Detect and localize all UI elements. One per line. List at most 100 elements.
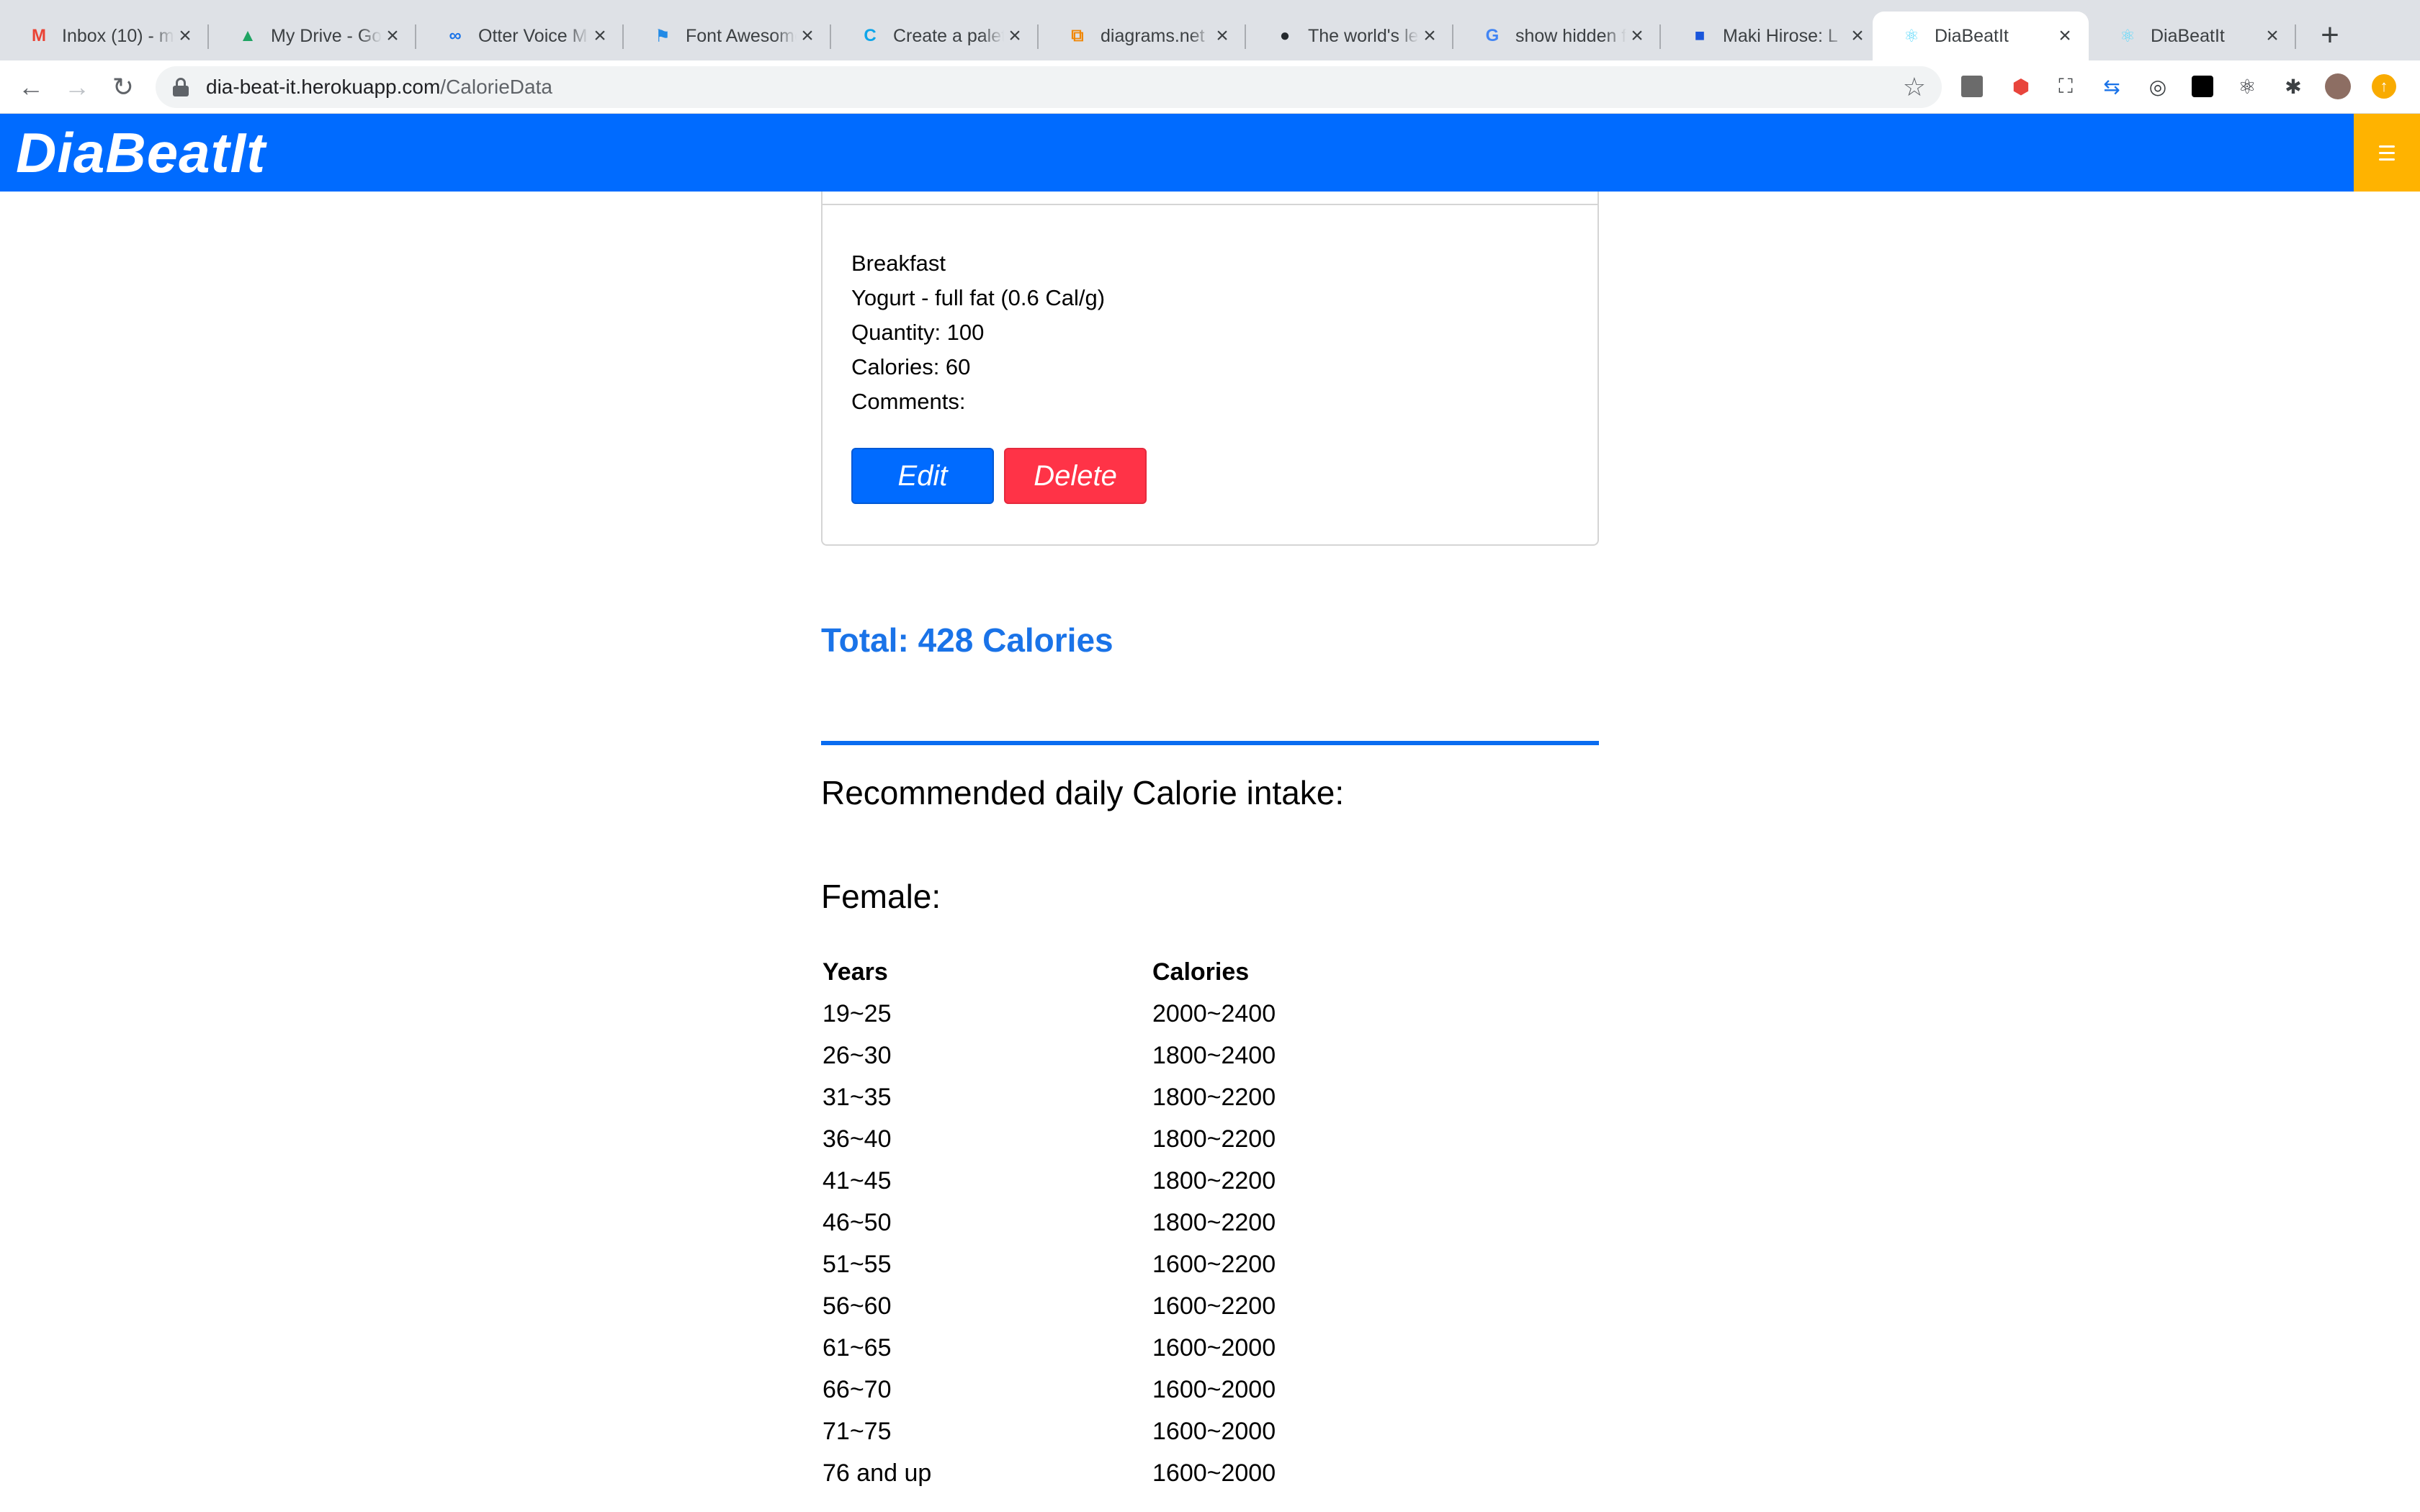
close-tab-icon[interactable]: × [1419, 25, 1440, 47]
browser-tab[interactable]: ∞ Otter Voice M × [416, 12, 624, 60]
tab-title: DiaBeatIt [1935, 25, 2009, 46]
bookmark-star-icon[interactable]: ☆ [1903, 72, 1926, 102]
age-range-cell: 26~30 [823, 1041, 892, 1069]
screenshot-icon[interactable]: ⛶ [2051, 72, 2080, 101]
tab-title: Maki Hirose: L [1723, 25, 1838, 46]
quantity-text: Quantity: 100 [851, 320, 985, 345]
forward-icon[interactable]: → [60, 71, 94, 104]
calorie-range-cell: 1800~2200 [1152, 1208, 1276, 1236]
browser-tab-strip: M Inbox (10) - m × ▲ My Drive - Go × ∞ Otter Vo… [0, 0, 2420, 60]
calorie-range-cell: 1800~2400 [1152, 1041, 1276, 1069]
table-row: 56~60 1600~2200 [823, 1285, 1471, 1327]
meal-entry-card: Breakfast Yogurt - full fat (0.6 Cal/g) … [821, 192, 1599, 546]
new-tab-button[interactable]: + [2312, 17, 2348, 53]
extension-icon[interactable] [1958, 72, 1986, 101]
age-range-cell: 76 and up [823, 1459, 932, 1487]
comments-text: Comments: [851, 389, 966, 414]
close-tab-icon[interactable]: × [1626, 25, 1648, 47]
table-row: 46~50 1800~2200 [823, 1202, 1471, 1243]
otter-icon: ∞ [449, 26, 462, 45]
url-text: dia-beat-it.herokuapp.com/CalorieData [206, 76, 552, 98]
close-tab-icon[interactable]: × [797, 25, 818, 47]
coolors-icon: C [864, 26, 877, 45]
app-navbar: DiaBeatIt [0, 114, 2420, 192]
hamburger-menu-icon[interactable] [2354, 114, 2420, 192]
brand-logo[interactable]: DiaBeatIt [16, 121, 266, 184]
table-row: 51~55 1600~2200 [823, 1243, 1471, 1285]
table-row: 71~75 1600~2000 [823, 1410, 1471, 1452]
puzzle-icon[interactable]: ✱ [2279, 72, 2308, 101]
sync-icon[interactable]: ⇆ [2097, 72, 2126, 101]
calorie-range-cell: 1800~2200 [1152, 1125, 1276, 1153]
dev-tools-icon[interactable]: ◎ [2143, 72, 2172, 101]
google-icon: G [1485, 26, 1500, 45]
calories-text: Calories: 60 [851, 354, 971, 379]
table-row: 26~30 1800~2400 [823, 1035, 1471, 1076]
tab-title: Otter Voice M [478, 25, 588, 46]
close-tab-icon[interactable]: × [1004, 25, 1026, 47]
browser-tab[interactable]: ⧉ diagrams.net × [1039, 12, 1246, 60]
calorie-range-cell: 1600~2200 [1152, 1250, 1276, 1278]
drive-icon: ▲ [239, 26, 256, 45]
browser-tab[interactable]: Gshow hidden f × [1453, 12, 1661, 60]
flag-extension-icon[interactable] [2188, 72, 2217, 101]
reload-icon[interactable]: ↻ [107, 71, 140, 104]
address-bar[interactable]: dia-beat-it.herokuapp.com/CalorieData ☆ [156, 66, 1942, 108]
tab-title: DiaBeatIt [2151, 25, 2225, 46]
update-icon[interactable]: ↑ [2370, 72, 2398, 101]
table-header: Years Calories [823, 951, 1471, 993]
close-tab-icon[interactable]: × [2054, 25, 2076, 47]
tab-title: diagrams.net [1101, 25, 1205, 46]
close-tab-icon[interactable]: × [2262, 25, 2283, 47]
browser-tab[interactable]: ⚛ DiaBeatIt × [2089, 12, 2296, 60]
close-tab-icon[interactable]: × [174, 25, 196, 47]
calorie-range-cell: 1600~2000 [1152, 1459, 1276, 1487]
calorie-range-cell: 1800~2200 [1152, 1083, 1276, 1111]
edit-button[interactable]: Edit [851, 448, 994, 504]
browser-tab[interactable]: M Inbox (10) - m × [0, 12, 209, 60]
food-name: Yogurt - full fat (0.6 Cal/g) [851, 285, 1106, 310]
age-range-cell: 66~70 [823, 1375, 892, 1403]
app-icon: ■ [1694, 26, 1706, 45]
table-row: 76 and up 1600~2000 [823, 1452, 1471, 1494]
browser-tab[interactable]: ▲ My Drive - Go × [209, 12, 416, 60]
browser-tab[interactable]: C Create a palet × [831, 12, 1039, 60]
delete-button[interactable]: Delete [1004, 448, 1147, 504]
react-icon: ⚛ [2120, 26, 2136, 46]
meal-type: Breakfast [851, 251, 946, 276]
tab-title: My Drive - Go [271, 25, 382, 46]
close-tab-icon[interactable]: × [1211, 25, 1233, 47]
browser-tab[interactable]: ⚛ DiaBeatIt × [1873, 12, 2089, 60]
age-range-cell: 31~35 [823, 1083, 892, 1111]
calorie-range-cell: 1600~2000 [1152, 1375, 1276, 1403]
close-tab-icon[interactable]: × [382, 25, 403, 47]
age-range-cell: 51~55 [823, 1250, 892, 1278]
github-icon: ● [1279, 26, 1291, 45]
tab-title: Inbox (10) - m [62, 25, 174, 46]
tab-title: The world's le [1308, 25, 1419, 46]
calorie-table: Years Calories 19~25 2000~2400 26~30 1800~2… [823, 951, 1471, 1494]
browser-tab[interactable]: ⚑ Font Awesome × [624, 12, 831, 60]
calorie-range-cell: 1600~2000 [1152, 1333, 1276, 1362]
tab-title: Create a palet [893, 25, 1004, 46]
lock-icon[interactable] [173, 78, 189, 96]
browser-tab[interactable]: ■ Maki Hirose: L × [1661, 12, 1881, 60]
calorie-range-cell: 1600~2200 [1152, 1292, 1276, 1320]
age-range-cell: 36~40 [823, 1125, 892, 1153]
total-calories: Total: 428 Calories [821, 621, 1113, 659]
browser-tab[interactable]: ● The world's le × [1246, 12, 1453, 60]
back-icon[interactable]: ← [14, 71, 48, 104]
close-tab-icon[interactable]: × [589, 25, 611, 47]
table-row: 41~45 1800~2200 [823, 1160, 1471, 1202]
tab-separator [2295, 24, 2296, 49]
table-row: 61~65 1600~2000 [823, 1327, 1471, 1369]
table-row: 31~35 1800~2200 [823, 1076, 1471, 1118]
section-divider [821, 741, 1599, 745]
close-tab-icon[interactable]: × [1847, 25, 1868, 47]
calorie-range-cell: 1600~2000 [1152, 1417, 1276, 1445]
avatar[interactable] [2323, 72, 2352, 101]
react-extension-icon[interactable]: ⚛ [2233, 72, 2262, 101]
table-row: 19~25 2000~2400 [823, 993, 1471, 1035]
card-divider [823, 204, 1597, 205]
extension-badge-icon[interactable]: ⬢ [2007, 72, 2035, 101]
